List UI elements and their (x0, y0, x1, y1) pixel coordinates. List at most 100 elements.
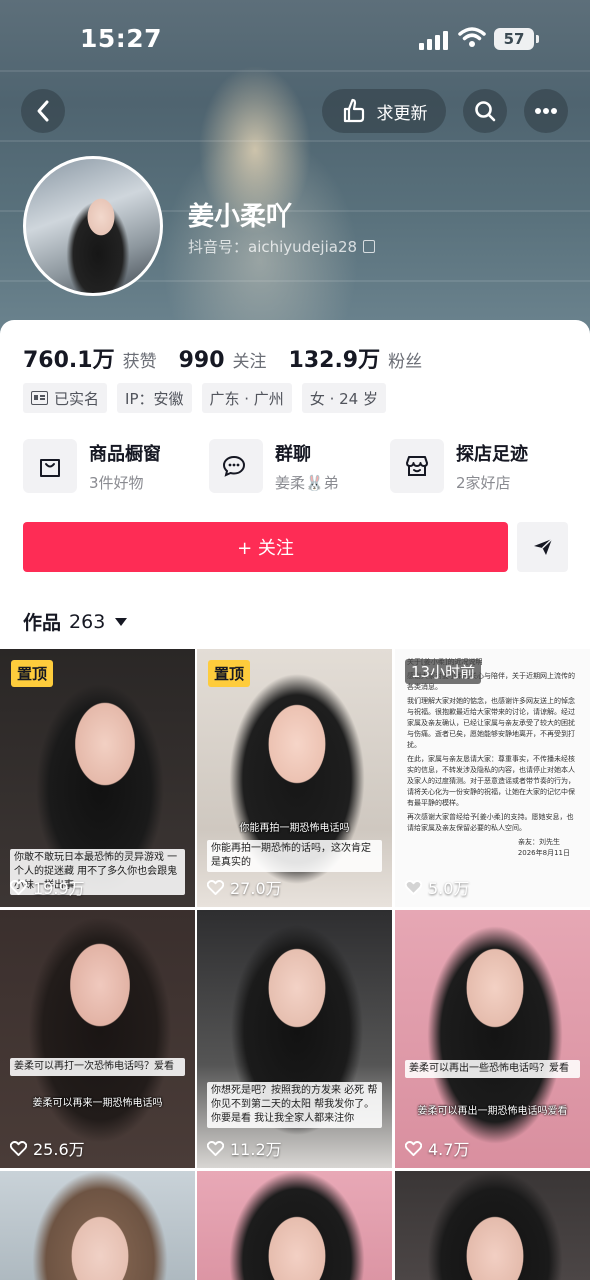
works-tab[interactable]: 作品 263 (23, 608, 128, 635)
search-icon (475, 101, 496, 122)
feature-subtitle: 姜柔🐰弟 (275, 473, 339, 492)
request-update-button[interactable]: 求更新 (322, 89, 446, 133)
stat-value: 760.1万 (23, 348, 115, 373)
feature-row: 商品橱窗 3件好物 群聊 姜柔🐰弟 探店足迹 2家好店 (23, 438, 583, 494)
feature-subtitle: 2家好店 (456, 473, 511, 492)
video-item[interactable]: 关于[姜小柔]的近况说明 感谢大家对姜小柔的关心与陪伴，关于近期网上流传的各类消… (395, 649, 590, 907)
more-dots-icon (535, 108, 557, 114)
video-thumbnail (395, 910, 590, 1168)
video-item[interactable] (0, 1171, 195, 1280)
video-likes: 19.9万 (10, 875, 85, 899)
wifi-icon (458, 27, 486, 47)
back-button[interactable] (21, 89, 65, 133)
video-item[interactable]: 置顶 你能再拍一期恐怖电话吗 你能再拍一期恐怖的话吗，这次肯定是真实的 27.0… (197, 649, 392, 907)
stat-value: 990 (178, 348, 225, 373)
time-badge: 13小时前 (405, 659, 482, 684)
stat-likes[interactable]: 760.1万 获赞 (23, 342, 157, 374)
follow-button[interactable]: + 关注 (23, 522, 508, 572)
likes-count: 4.7万 (428, 1140, 470, 1159)
follow-row: + 关注 (23, 522, 568, 572)
feature-title: 探店足迹 (456, 443, 528, 465)
likes-count: 27.0万 (230, 879, 282, 898)
likes-count: 19.9万 (33, 879, 85, 898)
douyin-id-text: 抖音号：aichiyudejia28 (188, 238, 358, 256)
works-label: 作品 (23, 612, 62, 634)
feature-title: 群聊 (275, 443, 311, 465)
doc-paragraph: 再次感谢大家曾经给予[姜小柔]的支持。愿她安息，也请给家属及亲友保留必要的私人空… (407, 813, 574, 832)
stat-following[interactable]: 990 关注 (179, 347, 267, 373)
video-likes: 27.0万 (207, 875, 282, 899)
hand-point-icon (343, 98, 364, 123)
video-caption: 姜柔可以再出一些恐怖电话吗？爱看 (405, 1060, 580, 1078)
heart-icon (207, 1140, 224, 1156)
tag-text: 广东 · 广州 (209, 389, 284, 408)
status-time: 15:27 (80, 24, 163, 53)
video-item[interactable]: 你想死是吧？按照我的方发来 必死 帮你见不到第二天的太阳 帮我发你了。你要是看 … (197, 910, 392, 1168)
tag-text: 女 · 24 岁 (309, 389, 378, 408)
video-item[interactable]: 置顶 你敢不敢玩日本最恐怖的灵异游戏 一个人的捉迷藏 用不了多久你也会跟鬼小妹一… (0, 649, 195, 907)
shop-icon (406, 456, 428, 476)
video-item[interactable] (197, 1171, 392, 1280)
heart-icon (10, 879, 27, 895)
stat-label: 关注 (232, 352, 267, 372)
feature-shop-window[interactable]: 商品橱窗 3件好物 (23, 438, 161, 494)
video-likes: 5.0万 (405, 875, 469, 899)
video-thumbnail (0, 910, 195, 1168)
stat-label: 获赞 (122, 352, 157, 372)
feature-group-chat[interactable]: 群聊 姜柔🐰弟 (209, 438, 339, 494)
id-card-icon (31, 391, 48, 405)
heart-icon (10, 1140, 27, 1156)
douyin-id[interactable]: 抖音号：aichiyudejia28 (188, 236, 376, 257)
heart-icon (405, 879, 422, 895)
likes-count: 11.2万 (230, 1140, 282, 1159)
stat-followers[interactable]: 132.9万 粉丝 (289, 342, 423, 374)
profile-tags: 已实名 IP：安徽 广东 · 广州 女 · 24 岁 (23, 383, 386, 413)
doc-date: 2026年8月11日 (517, 849, 570, 857)
share-button[interactable] (517, 522, 568, 572)
avatar[interactable] (23, 156, 163, 296)
doc-sign: 亲友：刘先生 (518, 838, 560, 846)
video-caption: 姜柔可以再打一次恐怖电话吗？爱看 (10, 1058, 185, 1076)
video-likes: 25.6万 (10, 1136, 85, 1160)
search-button[interactable] (463, 89, 507, 133)
profile-name: 姜小柔吖 (188, 202, 293, 232)
signal-icon (419, 30, 448, 50)
works-count: 263 (69, 610, 106, 633)
feature-title: 商品橱窗 (89, 443, 161, 465)
heart-icon (207, 879, 224, 895)
video-caption: 你想死是吧？按照我的方发来 必死 帮你见不到第二天的太阳 帮我发你了。你要是看 … (207, 1082, 382, 1128)
bag-icon (40, 459, 60, 477)
video-thumbnail (197, 1171, 392, 1280)
video-item[interactable] (395, 1171, 590, 1280)
stat-value: 132.9万 (288, 348, 381, 373)
video-caption-bottom: 姜柔可以再出一期恐怖电话吗爱看 (417, 1106, 568, 1117)
feature-store-visits[interactable]: 探店足迹 2家好店 (390, 438, 528, 494)
tag-verified[interactable]: 已实名 (23, 383, 108, 413)
heart-icon (405, 1140, 422, 1156)
feature-icon-box (23, 439, 77, 493)
video-likes: 11.2万 (207, 1136, 282, 1160)
chevron-left-icon (37, 100, 49, 122)
video-caption-bottom: 姜柔可以再来一期恐怖电话吗 (32, 1098, 163, 1109)
feature-icon-box (209, 439, 263, 493)
status-bar: 15:27 57 (0, 0, 590, 80)
feature-subtitle: 3件好物 (89, 473, 144, 492)
pinned-badge: 置顶 (11, 660, 54, 687)
tag-location: 广东 · 广州 (201, 383, 292, 413)
video-caption: 你能再拍一期恐怖的话吗，这次肯定是真实的 (207, 840, 382, 872)
video-caption-top: 你能再拍一期恐怖电话吗 (239, 823, 350, 834)
copy-icon[interactable] (363, 240, 376, 253)
video-item[interactable]: 姜柔可以再出一些恐怖电话吗？爱看 姜柔可以再出一期恐怖电话吗爱看 4.7万 (395, 910, 590, 1168)
likes-count: 5.0万 (428, 879, 470, 898)
video-thumbnail (395, 1171, 590, 1280)
feature-icon-box (390, 439, 444, 493)
doc-paragraph: 在此，家属与亲友恳请大家：尊重事实，不传播未经核实的信息，不转发涉及隐私的内容，… (407, 755, 575, 807)
video-likes: 4.7万 (405, 1136, 469, 1160)
tag-ip: IP：安徽 (117, 383, 192, 413)
more-button[interactable] (524, 89, 568, 133)
video-thumbnail (197, 910, 392, 1168)
video-item[interactable]: 姜柔可以再打一次恐怖电话吗？爱看 姜柔可以再来一期恐怖电话吗 25.6万 (0, 910, 195, 1168)
stats-row: 760.1万 获赞 990 关注 132.9万 粉丝 (23, 342, 444, 374)
chat-icon (222, 455, 246, 477)
doc-paragraph: 我们理解大家对她的惦念，也感谢许多网友送上的悼念与祝福。很抱歉最近给大家带来的讨… (407, 697, 575, 749)
